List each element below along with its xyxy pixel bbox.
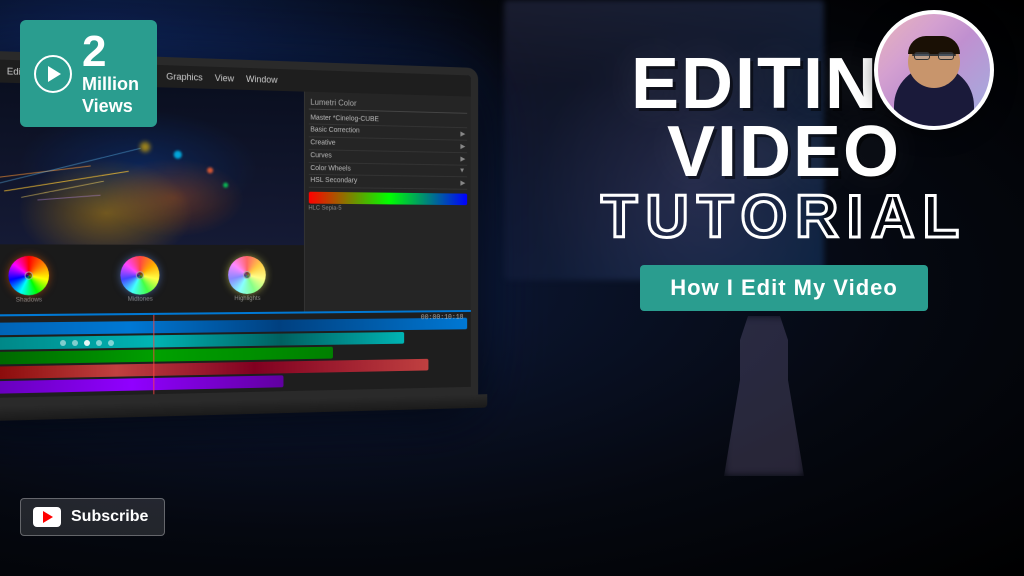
playhead-indicator	[154, 315, 155, 394]
subscribe-label: Subscribe	[71, 508, 148, 526]
views-label-line1: Million	[82, 74, 139, 96]
thumbnail-container: File Edit Clip Sequence Markers Graphics…	[0, 0, 1024, 576]
timeline-panel: 00:00:10:18	[0, 310, 471, 399]
youtube-play-icon	[43, 511, 53, 523]
lumetri-hsl-label: HSL Secondary	[310, 177, 357, 186]
views-number: 2	[82, 30, 139, 74]
avatar-person	[878, 14, 990, 126]
timecode-display: 00:00:10:18	[421, 314, 464, 322]
main-title-line2: TUTORIAL	[564, 187, 1004, 247]
dot-1	[60, 340, 66, 346]
menu-window: Window	[242, 74, 281, 85]
dot-3-active	[84, 340, 90, 346]
color-wheel-midtones	[121, 256, 160, 295]
play-icon-circle	[34, 55, 72, 93]
color-wheels-area: Shadows Midtones	[0, 245, 304, 315]
avatar-circle	[874, 10, 994, 130]
youtube-icon	[33, 507, 61, 527]
dot-2	[72, 340, 78, 346]
color-wheel-shadows	[9, 256, 50, 296]
lumetri-hsl[interactable]: HSL Secondary ▶	[308, 175, 467, 190]
lumetri-master-label: Master *Cinelog-CUBE	[310, 115, 379, 124]
lumetri-title: Lumetri Color	[308, 96, 467, 114]
lumetri-colorwheels-label: Color Wheels	[310, 165, 350, 173]
subscribe-button[interactable]: Subscribe	[20, 498, 165, 536]
avatar-head	[908, 36, 960, 88]
lumetri-creative-label: Creative	[310, 139, 335, 147]
lumetri-basic-label: Basic Correction	[310, 126, 359, 135]
subtitle-banner: How I Edit My Video	[640, 265, 928, 311]
menu-graphics: Graphics	[162, 71, 207, 83]
views-badge: 2 Million Views	[20, 20, 157, 127]
lumetri-panel: Lumetri Color Master *Cinelog-CUBE Basic…	[305, 92, 471, 312]
dot-5	[108, 340, 114, 346]
menu-view: View	[211, 73, 238, 84]
views-text-block: 2 Million Views	[82, 30, 139, 117]
color-wheel-highlights	[229, 256, 267, 294]
dot-navigation	[60, 340, 114, 346]
play-triangle-icon	[48, 66, 61, 82]
lumetri-curves-label: Curves	[310, 152, 331, 160]
views-label-line2: Views	[82, 96, 139, 118]
dot-4	[96, 340, 102, 346]
